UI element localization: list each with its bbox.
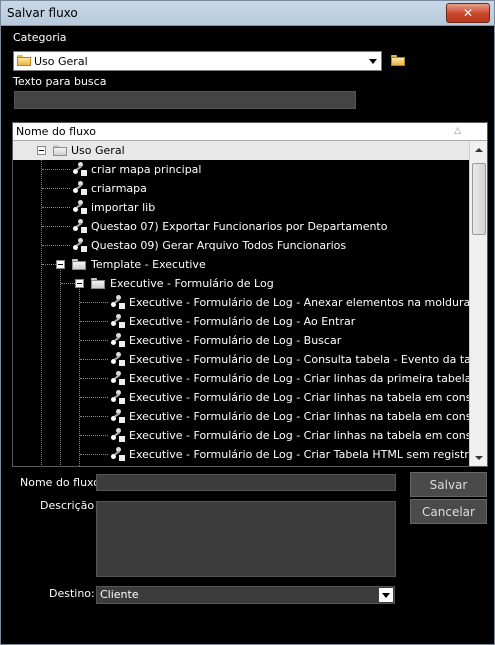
name-label: Nome do fluxo [20, 476, 100, 489]
save-button[interactable]: Salvar [410, 472, 487, 497]
tree-item-label: Executive - Formulário de Log - Criar li… [129, 372, 469, 385]
scroll-thumb[interactable] [472, 163, 486, 235]
collapse-icon[interactable] [75, 279, 84, 288]
tree-item-label: criar mapa principal [91, 163, 202, 176]
categoria-label: Categoria [13, 31, 67, 44]
flow-tree: Nome do fluxo △ Uso Geral criar mapa pri… [12, 122, 488, 467]
tree-item-label: Executive - Formulário de Log - Buscar [129, 334, 342, 347]
folder-icon [72, 259, 87, 270]
description-textarea[interactable] [96, 501, 396, 577]
chevron-down-icon[interactable] [367, 54, 379, 68]
tree-item[interactable]: Executive - Formulário de Log - Criar Ta… [13, 445, 469, 464]
search-input[interactable] [14, 91, 356, 109]
desc-label: Descrição [40, 499, 95, 512]
save-flow-dialog: Salvar fluxo ✕ Categoria Uso Geral Texto… [0, 0, 495, 645]
scroll-down-icon[interactable] [470, 449, 487, 466]
flow-icon [110, 371, 126, 386]
tree-node-template-executive[interactable]: Template - Executive [13, 255, 469, 274]
folder-icon [17, 55, 32, 66]
sort-icon: △ [454, 126, 461, 136]
tree-node-formulario-log[interactable]: Executive - Formulário de Log [13, 274, 469, 293]
flow-icon [110, 314, 126, 329]
folder-icon [53, 145, 68, 156]
tree-item-label: Executive - Formulário de Log - Ao Entra… [129, 315, 356, 328]
collapse-icon[interactable] [37, 146, 46, 155]
flow-name-input[interactable] [96, 474, 396, 491]
flow-icon [72, 200, 88, 215]
tree-node-label: Executive - Formulário de Log [110, 277, 274, 290]
categoria-combo[interactable]: Uso Geral [13, 51, 382, 71]
dest-label: Destino: [49, 587, 95, 600]
flow-icon [110, 447, 126, 462]
categoria-selected: Uso Geral [34, 55, 88, 68]
tree-item[interactable]: Questao 07) Exportar Funcionarios por De… [13, 217, 469, 236]
tree-item[interactable]: Executive - Formulário de Log - Criar li… [13, 426, 469, 445]
folder-icon [91, 278, 106, 289]
tree-item[interactable]: Executive - Formulário de Log - Criar li… [13, 388, 469, 407]
tree-item[interactable]: Questao 09) Gerar Arquivo Todos Funciona… [13, 236, 469, 255]
chevron-down-icon[interactable] [379, 588, 393, 602]
tree-item[interactable]: Executive - Formulário de Log - Buscar [13, 331, 469, 350]
busca-label: Texto para busca [13, 75, 107, 88]
tree-item[interactable]: importar lib [13, 198, 469, 217]
close-button[interactable]: ✕ [446, 3, 490, 23]
tree-item[interactable]: Executive - Formulário de Log - Consulta… [13, 350, 469, 369]
new-folder-icon[interactable] [391, 55, 406, 66]
tree-item-label: Executive - Formulário de Log - Consulta… [129, 353, 469, 366]
flow-icon [110, 428, 126, 443]
collapse-icon[interactable] [56, 260, 65, 269]
tree-item-label: Questao 09) Gerar Arquivo Todos Funciona… [91, 239, 347, 252]
tree-header-label: Nome do fluxo [16, 125, 96, 138]
flow-icon [110, 352, 126, 367]
tree-item[interactable]: Executive - Formulário de Log - Anexar e… [13, 293, 469, 312]
flow-icon [72, 219, 88, 234]
tree-node-uso-geral[interactable]: Uso Geral [13, 141, 469, 160]
flow-icon [110, 333, 126, 348]
tree-item[interactable]: Executive - Formulário de Log - Ao Entra… [13, 312, 469, 331]
flow-icon [72, 238, 88, 253]
flow-icon [110, 409, 126, 424]
tree-item[interactable]: Executive - Formulário de Log - Criar li… [13, 369, 469, 388]
cancel-button[interactable]: Cancelar [410, 499, 487, 524]
tree-item[interactable]: criar mapa principal [13, 160, 469, 179]
flow-icon [72, 181, 88, 196]
tree-item[interactable]: Executive - Formulário de Log - Criar li… [13, 407, 469, 426]
destino-select[interactable]: Cliente [96, 586, 395, 604]
tree-node-label: Uso Geral [71, 144, 125, 157]
destino-selected: Cliente [100, 588, 139, 601]
tree-item-label: criarmapa [91, 182, 147, 195]
tree-node-label: Template - Executive [91, 258, 206, 271]
tree-item-label: importar lib [91, 201, 156, 214]
close-icon: ✕ [462, 6, 474, 20]
tree-item-label: Executive - Formulário de Log - Criar li… [129, 391, 469, 404]
tree-header[interactable]: Nome do fluxo △ [13, 123, 487, 141]
tree-item-label: Executive - Formulário de Log - Criar li… [129, 429, 469, 442]
window-title: Salvar fluxo [7, 6, 78, 20]
tree-item-label: Executive - Formulário de Log - Criar li… [129, 410, 469, 423]
tree-item-label: Executive - Formulário de Log - Anexar e… [129, 296, 469, 309]
flow-icon [110, 390, 126, 405]
flow-icon [72, 162, 88, 177]
title-bar: Salvar fluxo ✕ [1, 1, 494, 26]
scroll-up-icon[interactable] [470, 141, 487, 158]
tree-scrollbar[interactable] [469, 141, 487, 466]
tree-item-label: Questao 07) Exportar Funcionarios por De… [91, 220, 388, 233]
tree-item-label: Executive - Formulário de Log - Criar Ta… [129, 448, 469, 461]
tree-rows: Uso Geral criar mapa principal criarmapa… [13, 141, 469, 466]
tree-item[interactable]: criarmapa [13, 179, 469, 198]
flow-icon [110, 295, 126, 310]
